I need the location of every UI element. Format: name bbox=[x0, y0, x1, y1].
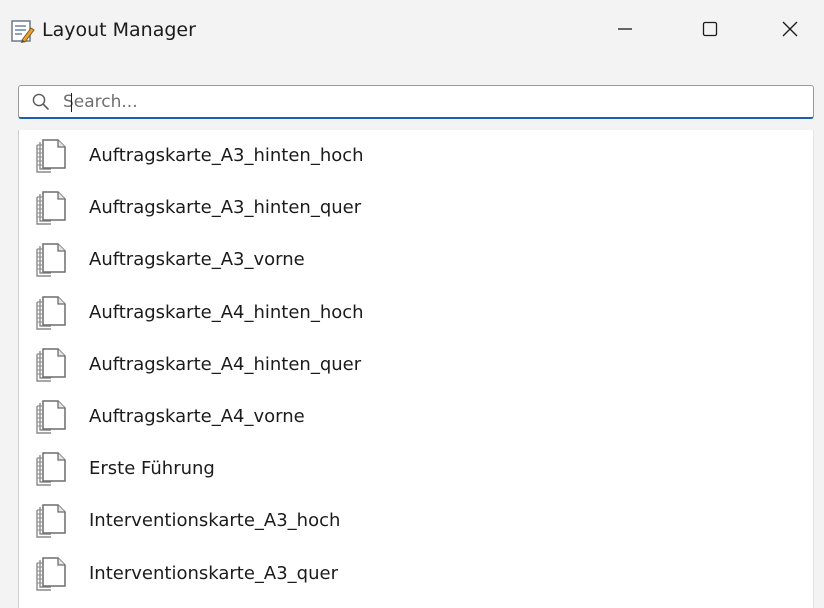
layout-manager-window: Layout Manager Search... Auftragskarte_A… bbox=[0, 0, 824, 608]
layout-page-icon bbox=[31, 191, 71, 227]
list-item[interactable]: Interventionskarte_A3_hoch bbox=[19, 496, 813, 548]
list-item[interactable]: Auftragskarte_A4_hinten_quer bbox=[19, 340, 813, 392]
layout-page-icon bbox=[31, 400, 71, 436]
minimize-button[interactable] bbox=[585, 0, 665, 62]
layout-page-icon bbox=[31, 556, 71, 593]
list-item[interactable]: Auftragskarte_A3_hinten_hoch bbox=[19, 131, 813, 183]
list-item[interactable]: Auftragskarte_A4_vorne bbox=[19, 392, 813, 444]
list-item-label: Auftragskarte_A4_hinten_quer bbox=[89, 353, 362, 375]
layout-page-icon bbox=[31, 348, 71, 384]
list-item-label: Interventionskarte_A3_quer bbox=[89, 562, 338, 584]
close-button[interactable] bbox=[755, 0, 824, 62]
layout-page-icon bbox=[31, 452, 71, 488]
search-input[interactable] bbox=[63, 86, 803, 117]
minimize-icon bbox=[615, 19, 635, 43]
layout-page-icon bbox=[31, 295, 71, 332]
list-item-label: Auftragskarte_A3_hinten_hoch bbox=[89, 145, 364, 166]
text-caret bbox=[71, 93, 72, 112]
maximize-icon bbox=[700, 19, 720, 43]
title-bar[interactable]: Layout Manager bbox=[0, 0, 824, 62]
list-item-label: Auftragskarte_A3_vorne bbox=[89, 249, 305, 271]
layout-manager-icon bbox=[10, 18, 36, 44]
layout-page-icon bbox=[31, 504, 71, 540]
layout-page-icon bbox=[31, 243, 71, 279]
list-item-label: Erste Führung bbox=[89, 458, 215, 480]
search-icon bbox=[31, 92, 51, 112]
list-item[interactable]: Interventionskarte_A3_quer bbox=[19, 549, 813, 601]
list-item-label: Auftragskarte_A4_vorne bbox=[89, 406, 305, 427]
list-item[interactable]: Auftragskarte_A3_hinten_quer bbox=[19, 183, 813, 235]
list-item-label: Auftragskarte_A4_hinten_hoch bbox=[89, 301, 364, 323]
maximize-button[interactable] bbox=[670, 0, 750, 62]
list-item-label: Interventionskarte_A3_hoch bbox=[89, 510, 341, 532]
close-icon bbox=[780, 19, 800, 43]
list-item[interactable]: Erste Führung bbox=[19, 444, 813, 496]
list-item-label: Auftragskarte_A3_hinten_quer bbox=[89, 197, 362, 219]
window-title: Layout Manager bbox=[42, 19, 196, 41]
list-item[interactable]: Auftragskarte_A4_hinten_hoch bbox=[19, 288, 813, 340]
search-box[interactable] bbox=[18, 85, 814, 119]
layout-list[interactable]: Auftragskarte_A3_hinten_hoch Auftragskar… bbox=[18, 130, 814, 608]
layout-page-icon bbox=[31, 139, 71, 175]
list-item[interactable]: Auftragskarte_A3_vorne bbox=[19, 235, 813, 287]
